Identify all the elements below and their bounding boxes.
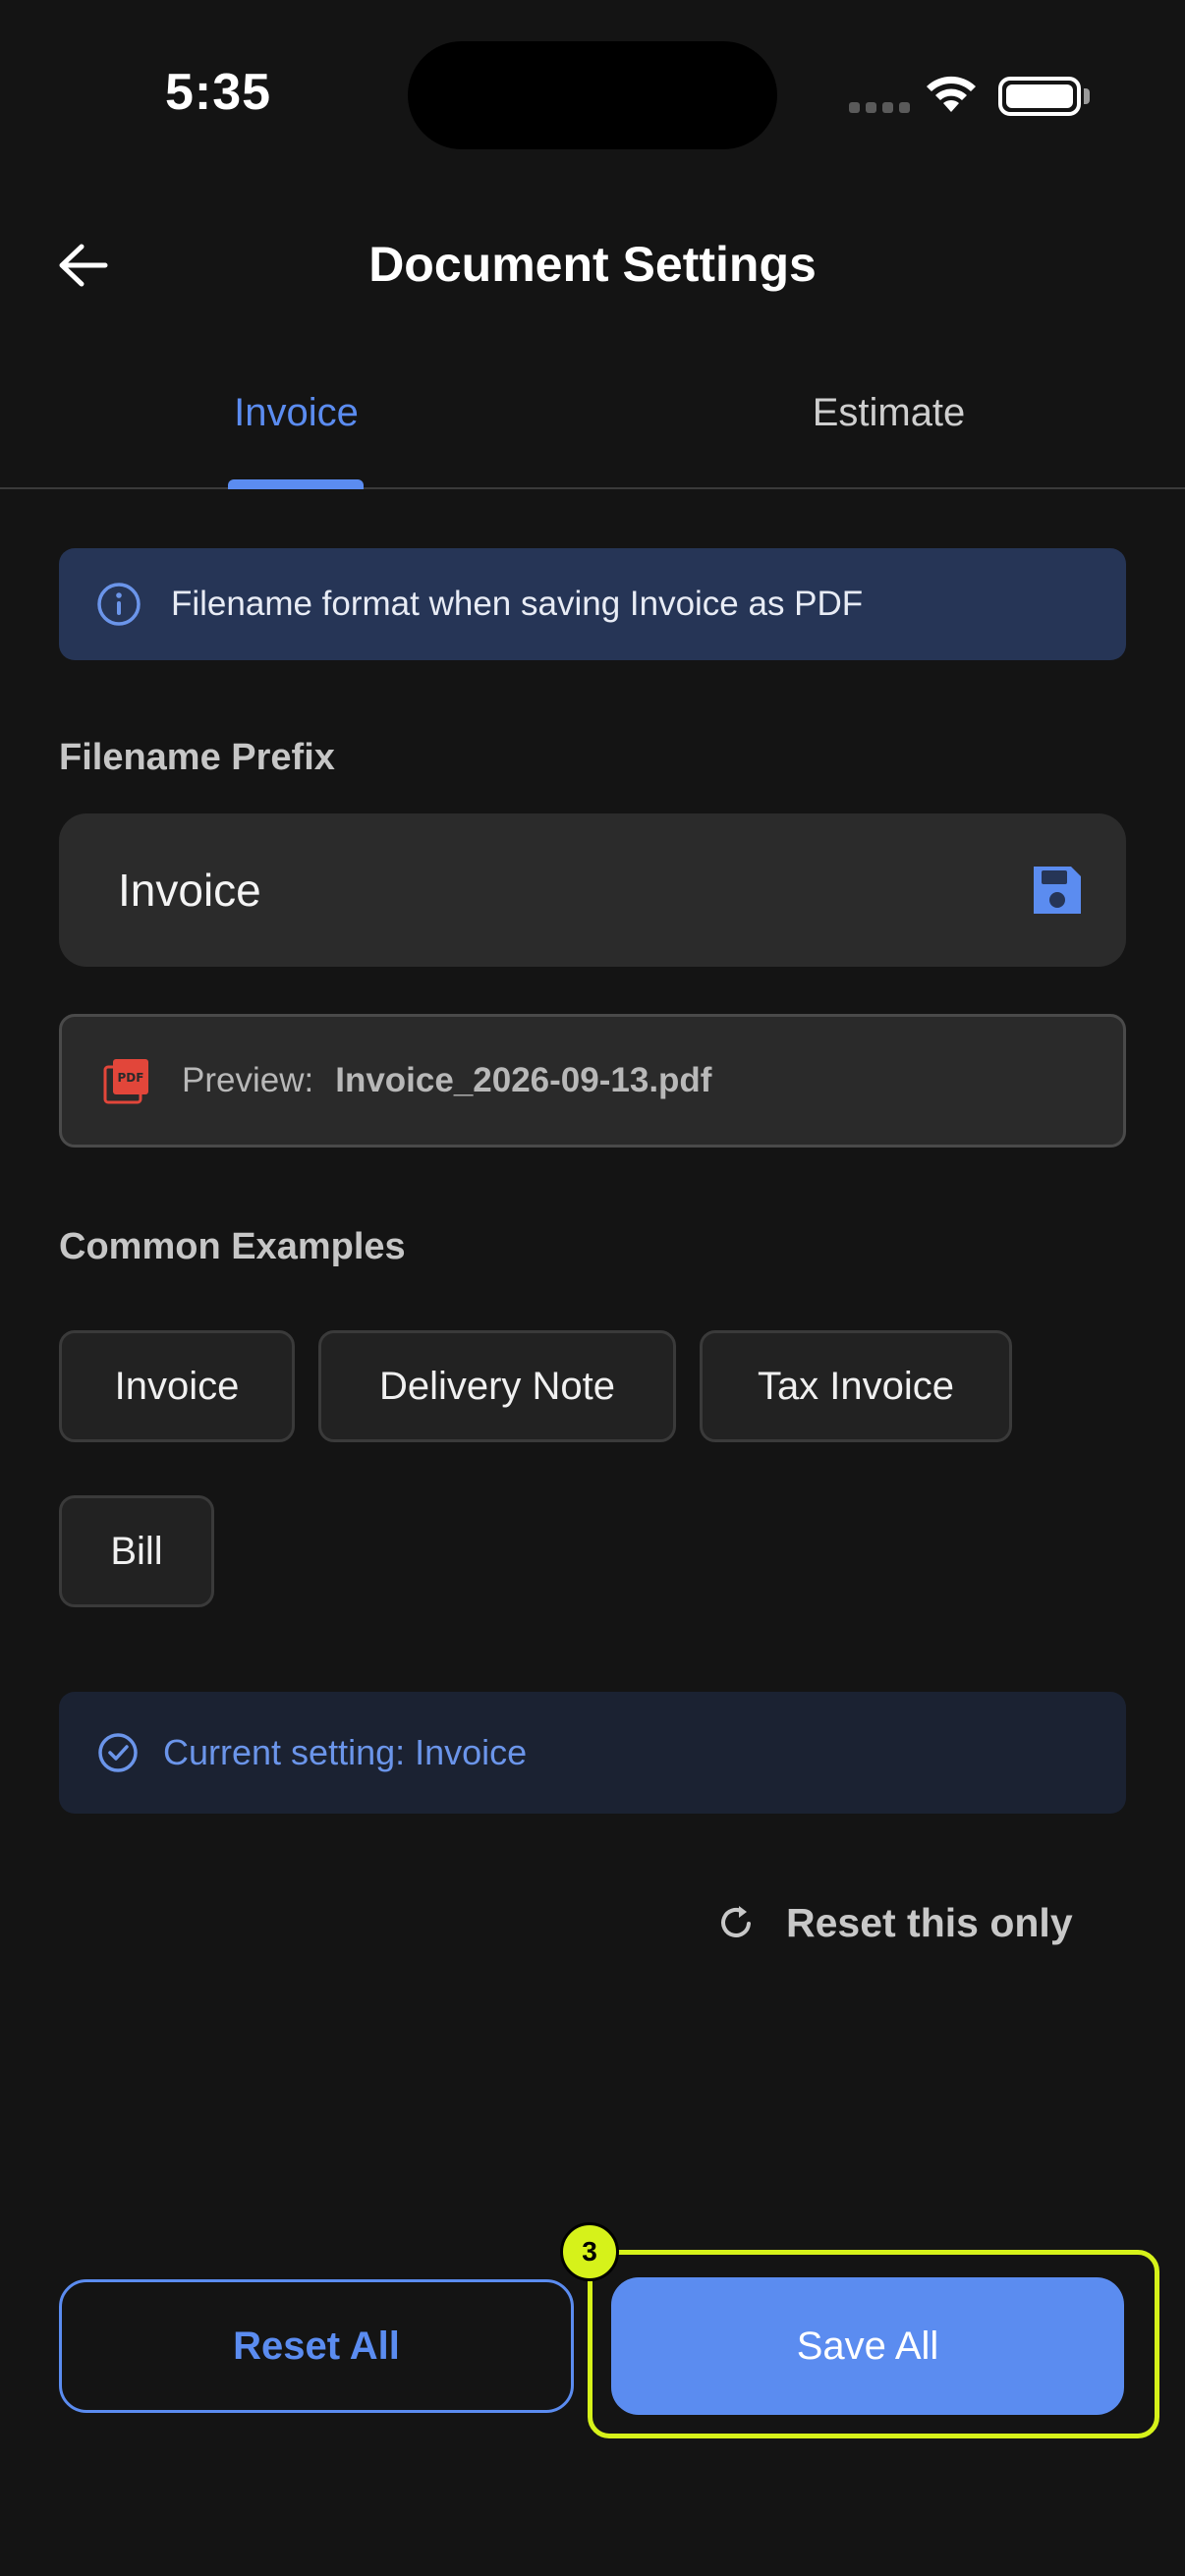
check-circle-icon [98,1733,138,1772]
preview-label: Preview: [182,1061,314,1099]
tab-invoice[interactable]: Invoice [0,364,592,487]
example-chip-tax-invoice[interactable]: Tax Invoice [700,1330,1012,1442]
common-examples-label: Common Examples [59,1226,406,1267]
svg-text:PDF: PDF [118,1071,144,1085]
save-all-button[interactable]: Save All [611,2277,1124,2415]
current-setting-text: Current setting: Invoice [163,1732,528,1772]
current-setting-banner: Current setting: Invoice [59,1692,1126,1814]
save-icon[interactable] [1028,861,1087,920]
tab-bar: Invoice Estimate [0,364,1185,489]
preview-filename: Invoice_2026-09-13.pdf [335,1061,712,1099]
filename-prefix-value: Invoice [118,865,261,916]
filename-prefix-label: Filename Prefix [59,737,335,778]
page-title: Document Settings [368,237,817,292]
battery-icon [998,77,1081,116]
tab-indicator [228,479,364,489]
signal-icon [849,102,910,113]
info-icon [97,583,141,626]
info-banner-text: Filename format when saving Invoice as P… [171,585,864,623]
screen: 5:35 Document Settings Invoice Estimate … [0,0,1185,2576]
dynamic-island [408,41,777,149]
refresh-icon [721,1906,751,1937]
reset-all-button[interactable]: Reset All [59,2279,574,2413]
status-time: 5:35 [165,64,272,121]
filename-prefix-input[interactable]: Invoice [59,813,1126,967]
battery-cap [1084,88,1090,104]
reset-this-only-button[interactable]: Reset this only [715,1886,1073,1959]
example-chip-delivery-note[interactable]: Delivery Note [318,1330,676,1442]
example-chip-invoice[interactable]: Invoice [59,1330,295,1442]
reset-this-only-label: Reset this only [786,1899,1073,1945]
filename-preview: PDF Preview: Invoice_2026-09-13.pdf [59,1014,1126,1148]
info-banner: Filename format when saving Invoice as P… [59,548,1126,660]
tab-estimate[interactable]: Estimate [592,364,1185,487]
pdf-icon: PDF [103,1059,148,1104]
wifi-icon [924,73,979,121]
annotation-badge: 3 [560,2222,619,2281]
example-chip-bill[interactable]: Bill [59,1495,214,1607]
